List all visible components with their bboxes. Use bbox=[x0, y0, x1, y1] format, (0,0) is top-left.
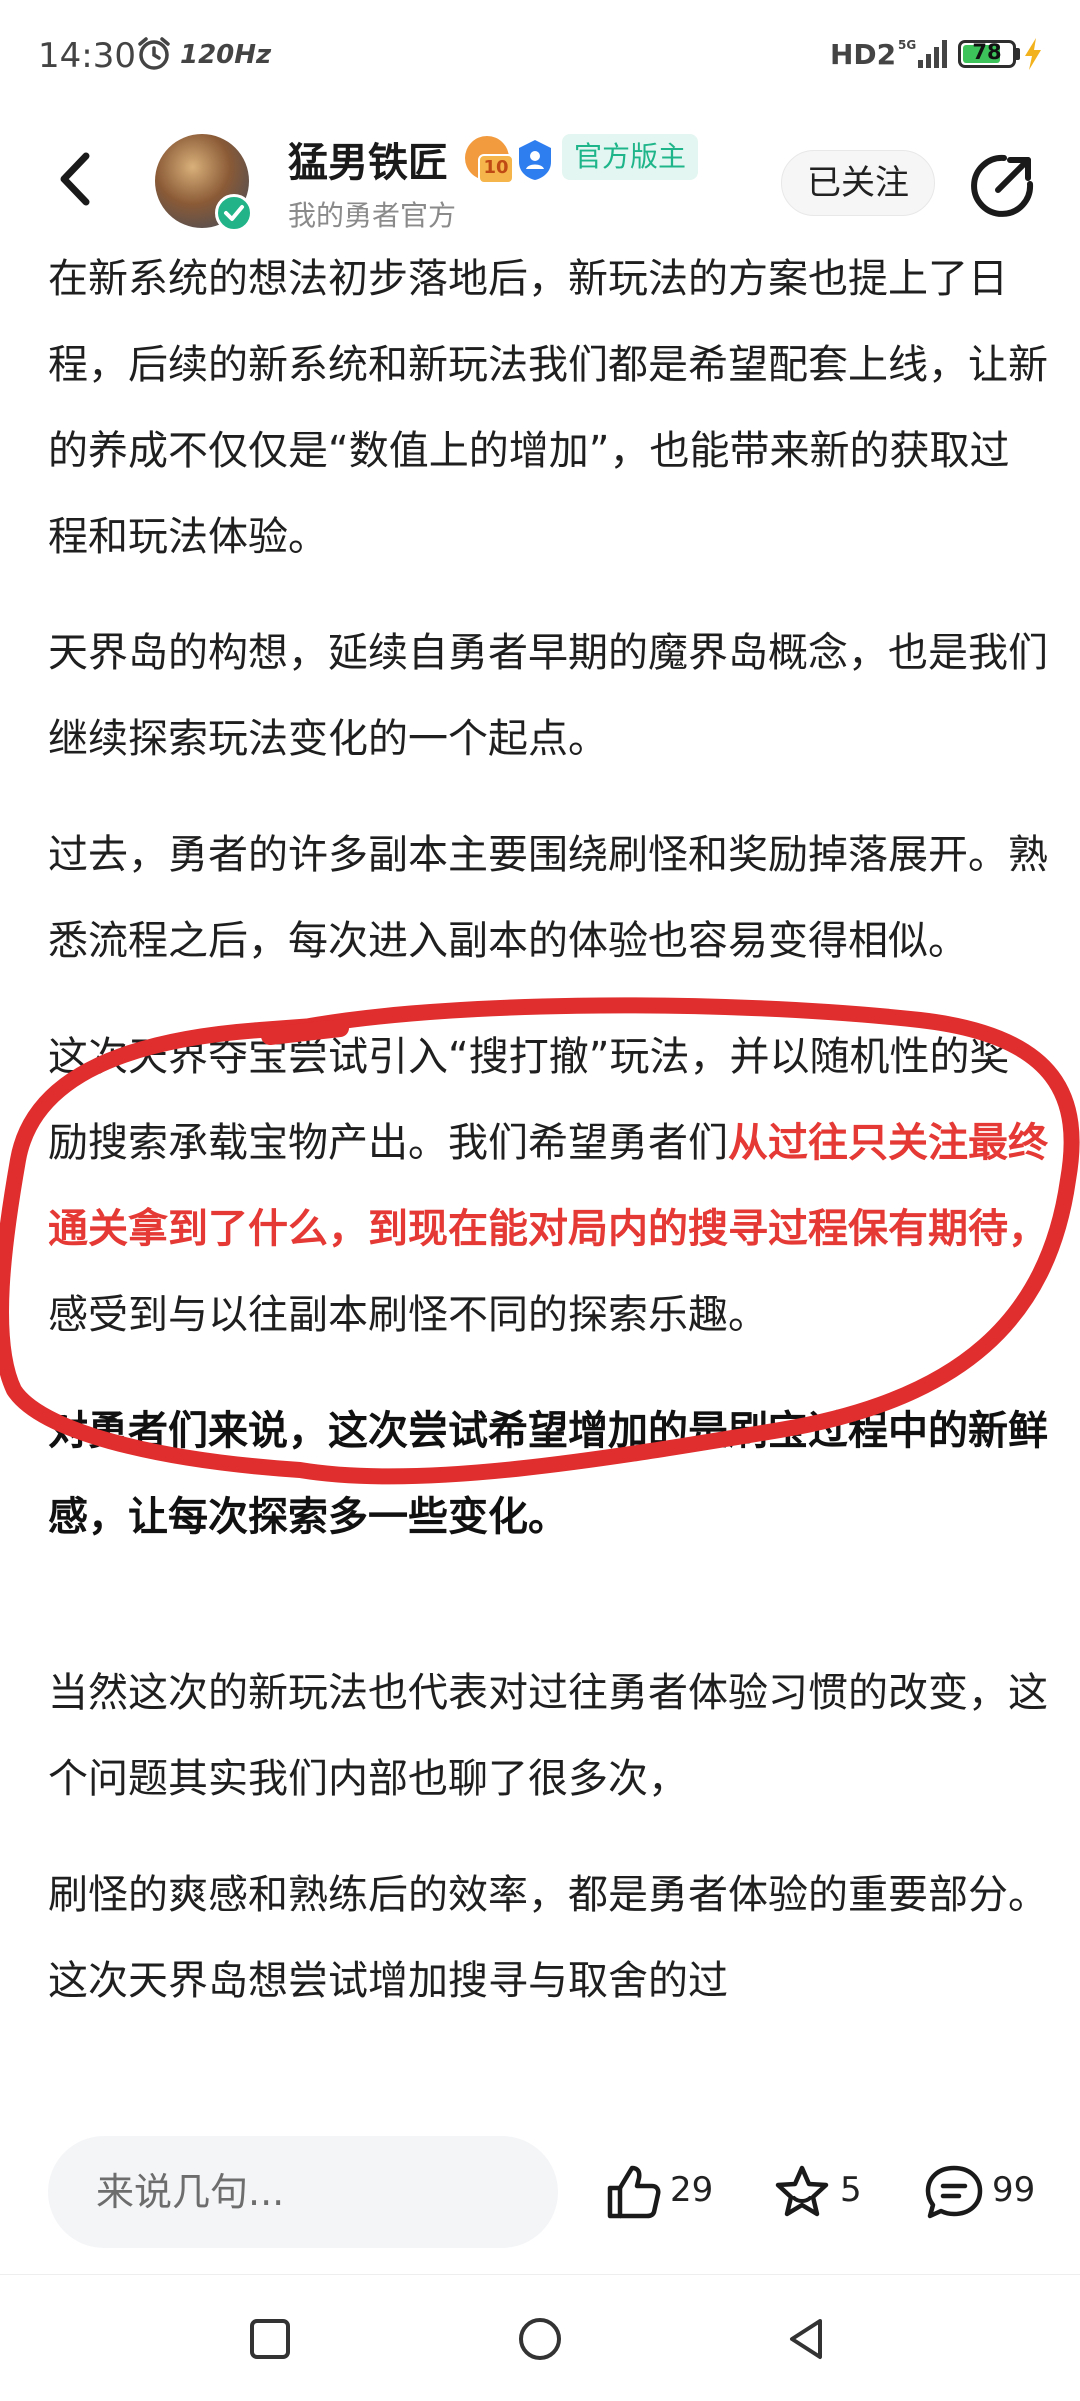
network-type-label: HD2 bbox=[830, 38, 897, 71]
role-badge: 官方版主 bbox=[562, 134, 699, 180]
alarm-icon bbox=[138, 37, 170, 70]
favorite-count: 5 bbox=[840, 2170, 862, 2210]
comment-bubble-icon bbox=[925, 2165, 983, 2219]
home-icon[interactable] bbox=[516, 2315, 564, 2363]
scroll-fade bbox=[0, 2050, 1080, 2110]
bottom-action-bar: 来说几句... 29 5 99 bbox=[0, 2110, 1080, 2270]
paragraph-text: 感受到与以往副本刷怪不同的探索乐趣。 bbox=[48, 1292, 768, 1338]
article-paragraph: 在新系统的想法初步落地后，新玩法的方案也提上了日程，后续的新系统和新玩法我们都是… bbox=[48, 256, 1048, 560]
author-name[interactable]: 猛男铁匠 bbox=[288, 130, 448, 188]
article-paragraph: 刷怪的爽感和熟练后的效率，都是勇者体验的重要部分。这次天界岛想尝试增加搜寻与取舍… bbox=[48, 1872, 1048, 2004]
article-paragraph-bold: 对勇者们来说，这次尝试希望增加的是刷宝过程中的新鲜感，让每次探索多一些变化。 bbox=[48, 1408, 1048, 1540]
svg-text:5G: 5G bbox=[898, 38, 916, 52]
signal-icon: 5G bbox=[898, 38, 947, 68]
back-button[interactable] bbox=[48, 144, 108, 214]
back-icon[interactable] bbox=[782, 2315, 830, 2363]
star-icon bbox=[775, 2165, 829, 2217]
follow-button[interactable]: 已关注 bbox=[781, 150, 935, 216]
level-number: 10 bbox=[478, 154, 514, 184]
recent-apps-icon[interactable] bbox=[246, 2315, 294, 2363]
article-paragraph: 天界岛的构想，延续自勇者早期的魔界岛概念，也是我们继续探索玩法变化的一个起点。 bbox=[48, 630, 1048, 762]
status-time: 14:30 bbox=[38, 36, 136, 76]
verified-icon bbox=[215, 194, 253, 232]
system-nav-bar bbox=[0, 2274, 1080, 2401]
thumbs-up-icon bbox=[607, 2165, 661, 2219]
comment-input[interactable]: 来说几句... bbox=[48, 2136, 558, 2248]
share-icon[interactable] bbox=[968, 152, 1036, 220]
article-paragraph: 过去，勇者的许多副本主要围绕刷怪和奖励掉落展开。熟悉流程之后，每次进入副本的体验… bbox=[48, 832, 1048, 964]
status-bar: 14:30 120Hz HD2 5G 78 bbox=[0, 0, 1080, 110]
battery-icon: 78 bbox=[958, 40, 1016, 68]
comment-count: 99 bbox=[992, 2170, 1036, 2210]
moderator-shield-icon bbox=[519, 140, 551, 180]
author-subtitle: 我的勇者官方 bbox=[288, 199, 457, 232]
charging-bolt-icon bbox=[1025, 38, 1041, 70]
battery-level: 78 bbox=[972, 40, 1002, 64]
like-count: 29 bbox=[670, 2170, 714, 2210]
battery-tip bbox=[1016, 48, 1020, 60]
article-paragraph: 当然这次的新玩法也代表对过往勇者体验习惯的改变，这个问题其实我们内部也聊了很多次… bbox=[48, 1670, 1048, 1802]
post-header: 猛男铁匠 10 官方版主 我的勇者官方 已关注 bbox=[0, 110, 1080, 240]
article-body: 在新系统的想法初步落地后，新玩法的方案也提上了日程，后续的新系统和新玩法我们都是… bbox=[48, 240, 1048, 2110]
article-paragraph-annotated: 这次天界夺宝尝试引入“搜打撤”玩法，并以随机性的奖励搜索承载宝物产出。我们希望勇… bbox=[48, 1014, 1048, 1358]
refresh-rate-label: 120Hz bbox=[180, 40, 272, 70]
